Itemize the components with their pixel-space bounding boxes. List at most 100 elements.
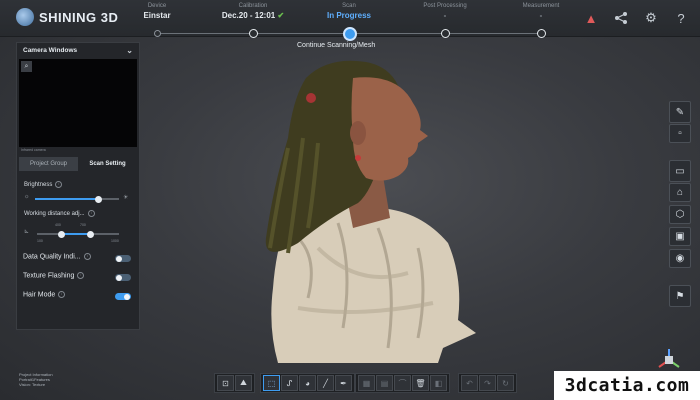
search-icon[interactable]: ⌕ xyxy=(21,61,32,72)
square-icon[interactable]: ▫ xyxy=(669,124,691,143)
working-distance-knob-low[interactable] xyxy=(58,230,66,238)
info-icon[interactable]: i xyxy=(55,181,63,188)
step-dot-device[interactable] xyxy=(154,30,161,37)
info-icon[interactable]: i xyxy=(87,210,95,217)
sun-high-icon: ☀ xyxy=(123,195,129,201)
texture-flashing-row: Texture Flashing i xyxy=(23,272,85,280)
texture-flashing-toggle[interactable] xyxy=(115,274,131,281)
step-value: - xyxy=(539,11,543,20)
step-measurement[interactable]: Measurement - xyxy=(496,3,586,20)
step-label: Post Processing xyxy=(423,3,467,9)
delete-icon[interactable]: 🗑 xyxy=(412,375,429,391)
hair-mode-row: Hair Mode i xyxy=(23,291,66,299)
min-label: 100 xyxy=(37,239,43,243)
brightness-slider[interactable] xyxy=(35,195,119,203)
step-dot-scan[interactable] xyxy=(343,27,357,41)
scanned-model[interactable] xyxy=(258,58,476,366)
undo-icon[interactable]: ↶ xyxy=(461,375,478,391)
view-tools: ⊡ ⛰ xyxy=(214,373,255,393)
info-icon[interactable]: i xyxy=(77,272,85,279)
working-distance-knob-high[interactable] xyxy=(86,230,94,238)
step-label: Device xyxy=(147,3,167,9)
step-dot-measurement[interactable] xyxy=(537,29,546,38)
chevron-down-icon[interactable]: ⌄ xyxy=(126,46,133,55)
toggle-knob xyxy=(124,293,130,300)
step-label: Measurement xyxy=(522,3,560,9)
step-label: Calibration xyxy=(238,3,268,9)
grid-icon[interactable]: ▦ xyxy=(358,375,375,391)
step-label: Scan xyxy=(342,3,356,9)
step-scan[interactable]: Scan In Progress xyxy=(304,3,394,20)
calibration-date: Dec.20 - 12:01 xyxy=(221,11,276,20)
lasso-icon[interactable]: ᔑ xyxy=(281,375,298,391)
step-dot-post-processing[interactable] xyxy=(441,29,450,38)
settings-tabs: Project Group Scan Setting xyxy=(19,157,137,171)
data-quality-toggle[interactable] xyxy=(115,255,131,262)
logo-text: SHINING 3D xyxy=(39,9,119,25)
tab-project-group[interactable]: Project Group xyxy=(19,157,78,171)
camera-footer: Infrared camera xyxy=(21,148,46,152)
data-quality-row: Data Quality Indi... i xyxy=(23,253,91,260)
refresh-icon[interactable]: ↻ xyxy=(497,375,514,391)
step-value: - xyxy=(443,11,447,20)
project-info: Project Information Portrait1Features Vi… xyxy=(19,372,53,387)
top-icons: ▲ ⚙ ? xyxy=(582,9,690,27)
save-icon[interactable]: ▣ xyxy=(669,227,691,246)
redo-icon[interactable]: ↷ xyxy=(479,375,496,391)
history-tools: ↶ ↷ ↻ xyxy=(458,373,517,393)
home-icon[interactable]: ⌂ xyxy=(669,183,691,202)
working-distance-fill xyxy=(61,233,91,235)
step-device[interactable]: Device Einstar xyxy=(112,3,202,20)
sun-low-icon: ☼ xyxy=(24,194,30,200)
brightness-label: Brightness xyxy=(24,182,53,189)
check-icon: ✔ xyxy=(277,11,285,20)
low-tag: 400 xyxy=(55,223,61,227)
info-icon[interactable]: i xyxy=(58,291,66,298)
eye-icon[interactable]: ◉ xyxy=(669,249,691,268)
invert-icon[interactable]: ◧ xyxy=(430,375,447,391)
distance-icon: ⊾ xyxy=(24,229,30,235)
brightness-fill xyxy=(35,198,99,200)
crop-icon[interactable]: ⊡ xyxy=(217,375,234,391)
max-label: 1000 xyxy=(111,239,119,243)
hair-mode-toggle[interactable] xyxy=(115,293,131,300)
brightness-row: Brightness i xyxy=(24,181,63,189)
settings-icon[interactable]: ⚙ xyxy=(642,9,660,27)
step-value: In Progress xyxy=(326,11,371,20)
curve-icon[interactable]: ⌒ xyxy=(394,375,411,391)
hair-mode-label: Hair Mode xyxy=(23,291,56,299)
window-icon[interactable]: ▭ xyxy=(669,160,691,182)
brush-icon[interactable]: ✎ xyxy=(669,101,691,123)
continue-scanning-label[interactable]: Continue Scanning/Mesh xyxy=(297,42,375,49)
step-dot-calibration[interactable] xyxy=(249,29,258,38)
select-tools: ⬚ ᔑ ◕ ╱ ✒ xyxy=(260,373,355,393)
layers-icon[interactable]: ▤ xyxy=(376,375,393,391)
pen-icon[interactable]: ✒ xyxy=(335,375,352,391)
select-box-icon[interactable]: ⬚ xyxy=(263,375,280,391)
working-distance-slider[interactable] xyxy=(37,230,119,238)
tab-scan-setting[interactable]: Scan Setting xyxy=(78,157,137,171)
high-tag: 700 xyxy=(80,223,86,227)
working-distance-label: Working distance adj... xyxy=(24,211,85,218)
camera-windows-header[interactable]: Camera Windows ⌄ xyxy=(17,43,139,57)
step-post-processing[interactable]: Post Processing - xyxy=(400,3,490,20)
mountain-icon[interactable]: ⛰ xyxy=(235,375,252,391)
share-icon[interactable] xyxy=(612,9,630,27)
step-value: Dec.20 - 12:01 ✔ xyxy=(208,11,298,20)
step-value: Einstar xyxy=(143,11,171,20)
help-icon[interactable]: ? xyxy=(672,9,690,27)
project-info-line: Vision: Texture xyxy=(19,382,46,387)
texture-flashing-label: Texture Flashing xyxy=(23,272,75,280)
data-quality-label: Data Quality Indi... xyxy=(23,253,81,261)
info-icon[interactable]: i xyxy=(83,253,91,260)
brightness-knob[interactable] xyxy=(95,195,103,203)
line-icon[interactable]: ╱ xyxy=(317,375,334,391)
flag-icon[interactable]: ⚑ xyxy=(669,285,691,307)
step-calibration[interactable]: Calibration Dec.20 - 12:01 ✔ xyxy=(208,3,298,20)
camera-windows-title: Camera Windows xyxy=(23,46,78,54)
logo-icon xyxy=(16,8,34,26)
hexagon-icon[interactable]: ⬡ xyxy=(669,205,691,224)
alert-icon[interactable]: ▲ xyxy=(582,9,600,27)
brush-select-icon[interactable]: ◕ xyxy=(299,375,316,391)
camera-view: ⌕ xyxy=(19,59,137,147)
